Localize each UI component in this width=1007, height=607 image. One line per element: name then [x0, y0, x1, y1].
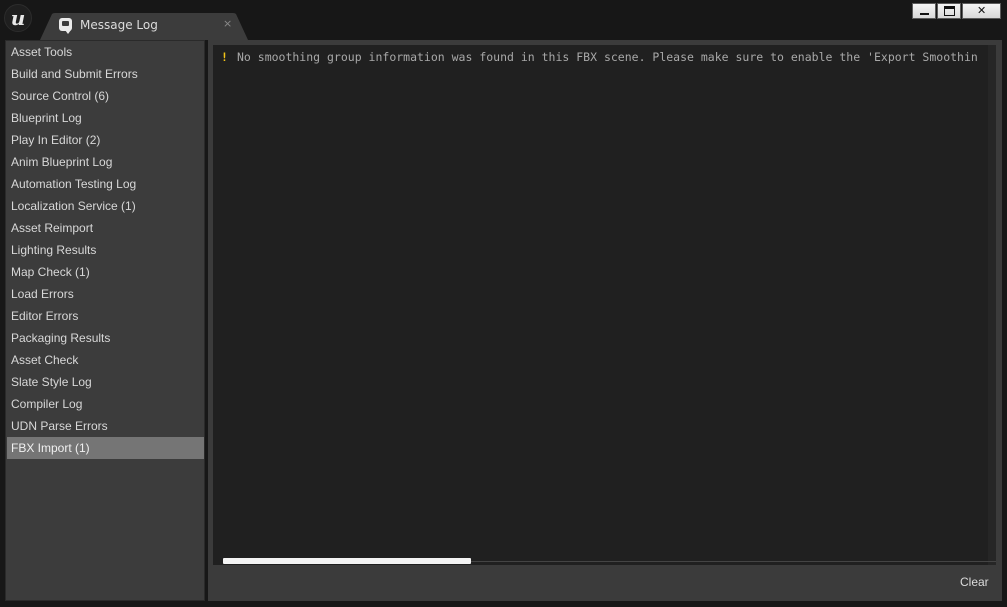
sidebar-item-asset-check[interactable]: Asset Check	[7, 349, 204, 371]
sidebar-item-build-and-submit-errors[interactable]: Build and Submit Errors	[7, 63, 204, 85]
sidebar-item-localization-service[interactable]: Localization Service (1)	[7, 195, 204, 217]
minimize-icon	[919, 12, 929, 15]
list-item[interactable]: ! No smoothing group information was foun…	[221, 49, 978, 65]
horizontal-scrollbar-thumb[interactable]	[223, 558, 471, 564]
sidebar-item-map-check[interactable]: Map Check (1)	[7, 261, 204, 283]
sidebar-item-play-in-editor[interactable]: Play In Editor (2)	[7, 129, 204, 151]
message-log-window: u Message Log × ✕ Asset Tools Build and …	[0, 0, 1007, 607]
close-button[interactable]: ✕	[962, 3, 1001, 19]
sidebar-item-packaging-results[interactable]: Packaging Results	[7, 327, 204, 349]
maximize-button[interactable]	[937, 3, 962, 19]
tab-message-log[interactable]: Message Log ×	[40, 13, 248, 40]
sidebar-item-load-errors[interactable]: Load Errors	[7, 283, 204, 305]
sidebar-item-source-control[interactable]: Source Control (6)	[7, 85, 204, 107]
message-bubble-icon	[59, 18, 72, 34]
log-panel: ! No smoothing group information was foun…	[208, 40, 1002, 601]
sidebar-item-asset-reimport[interactable]: Asset Reimport	[7, 217, 204, 239]
window-controls: ✕	[912, 3, 1002, 19]
sidebar-item-compiler-log[interactable]: Compiler Log	[7, 393, 204, 415]
title-bar[interactable]: u Message Log × ✕	[0, 0, 1007, 40]
sidebar-item-udn-parse-errors[interactable]: UDN Parse Errors	[7, 415, 204, 437]
sidebar-item-editor-errors[interactable]: Editor Errors	[7, 305, 204, 327]
log-category-list: Asset Tools Build and Submit Errors Sour…	[5, 40, 205, 601]
sidebar-item-automation-testing-log[interactable]: Automation Testing Log	[7, 173, 204, 195]
vertical-scrollbar[interactable]	[988, 45, 996, 565]
sidebar-item-asset-tools[interactable]: Asset Tools	[7, 41, 204, 63]
close-icon: ✕	[976, 4, 987, 17]
clear-button[interactable]: Clear	[960, 574, 989, 590]
sidebar-item-blueprint-log[interactable]: Blueprint Log	[7, 107, 204, 129]
sidebar-item-lighting-results[interactable]: Lighting Results	[7, 239, 204, 261]
minimize-button[interactable]	[912, 3, 937, 19]
sidebar-item-slate-style-log[interactable]: Slate Style Log	[7, 371, 204, 393]
tab-close-icon[interactable]: ×	[223, 17, 232, 31]
log-message-text: No smoothing group information was found…	[237, 50, 978, 64]
warning-icon: !	[221, 50, 228, 64]
message-list[interactable]: ! No smoothing group information was foun…	[213, 45, 996, 565]
sidebar-item-anim-blueprint-log[interactable]: Anim Blueprint Log	[7, 151, 204, 173]
tab-title: Message Log	[80, 18, 158, 32]
sidebar-item-fbx-import[interactable]: FBX Import (1)	[7, 437, 204, 459]
unreal-logo-icon: u	[4, 4, 32, 32]
maximize-icon	[943, 6, 955, 16]
